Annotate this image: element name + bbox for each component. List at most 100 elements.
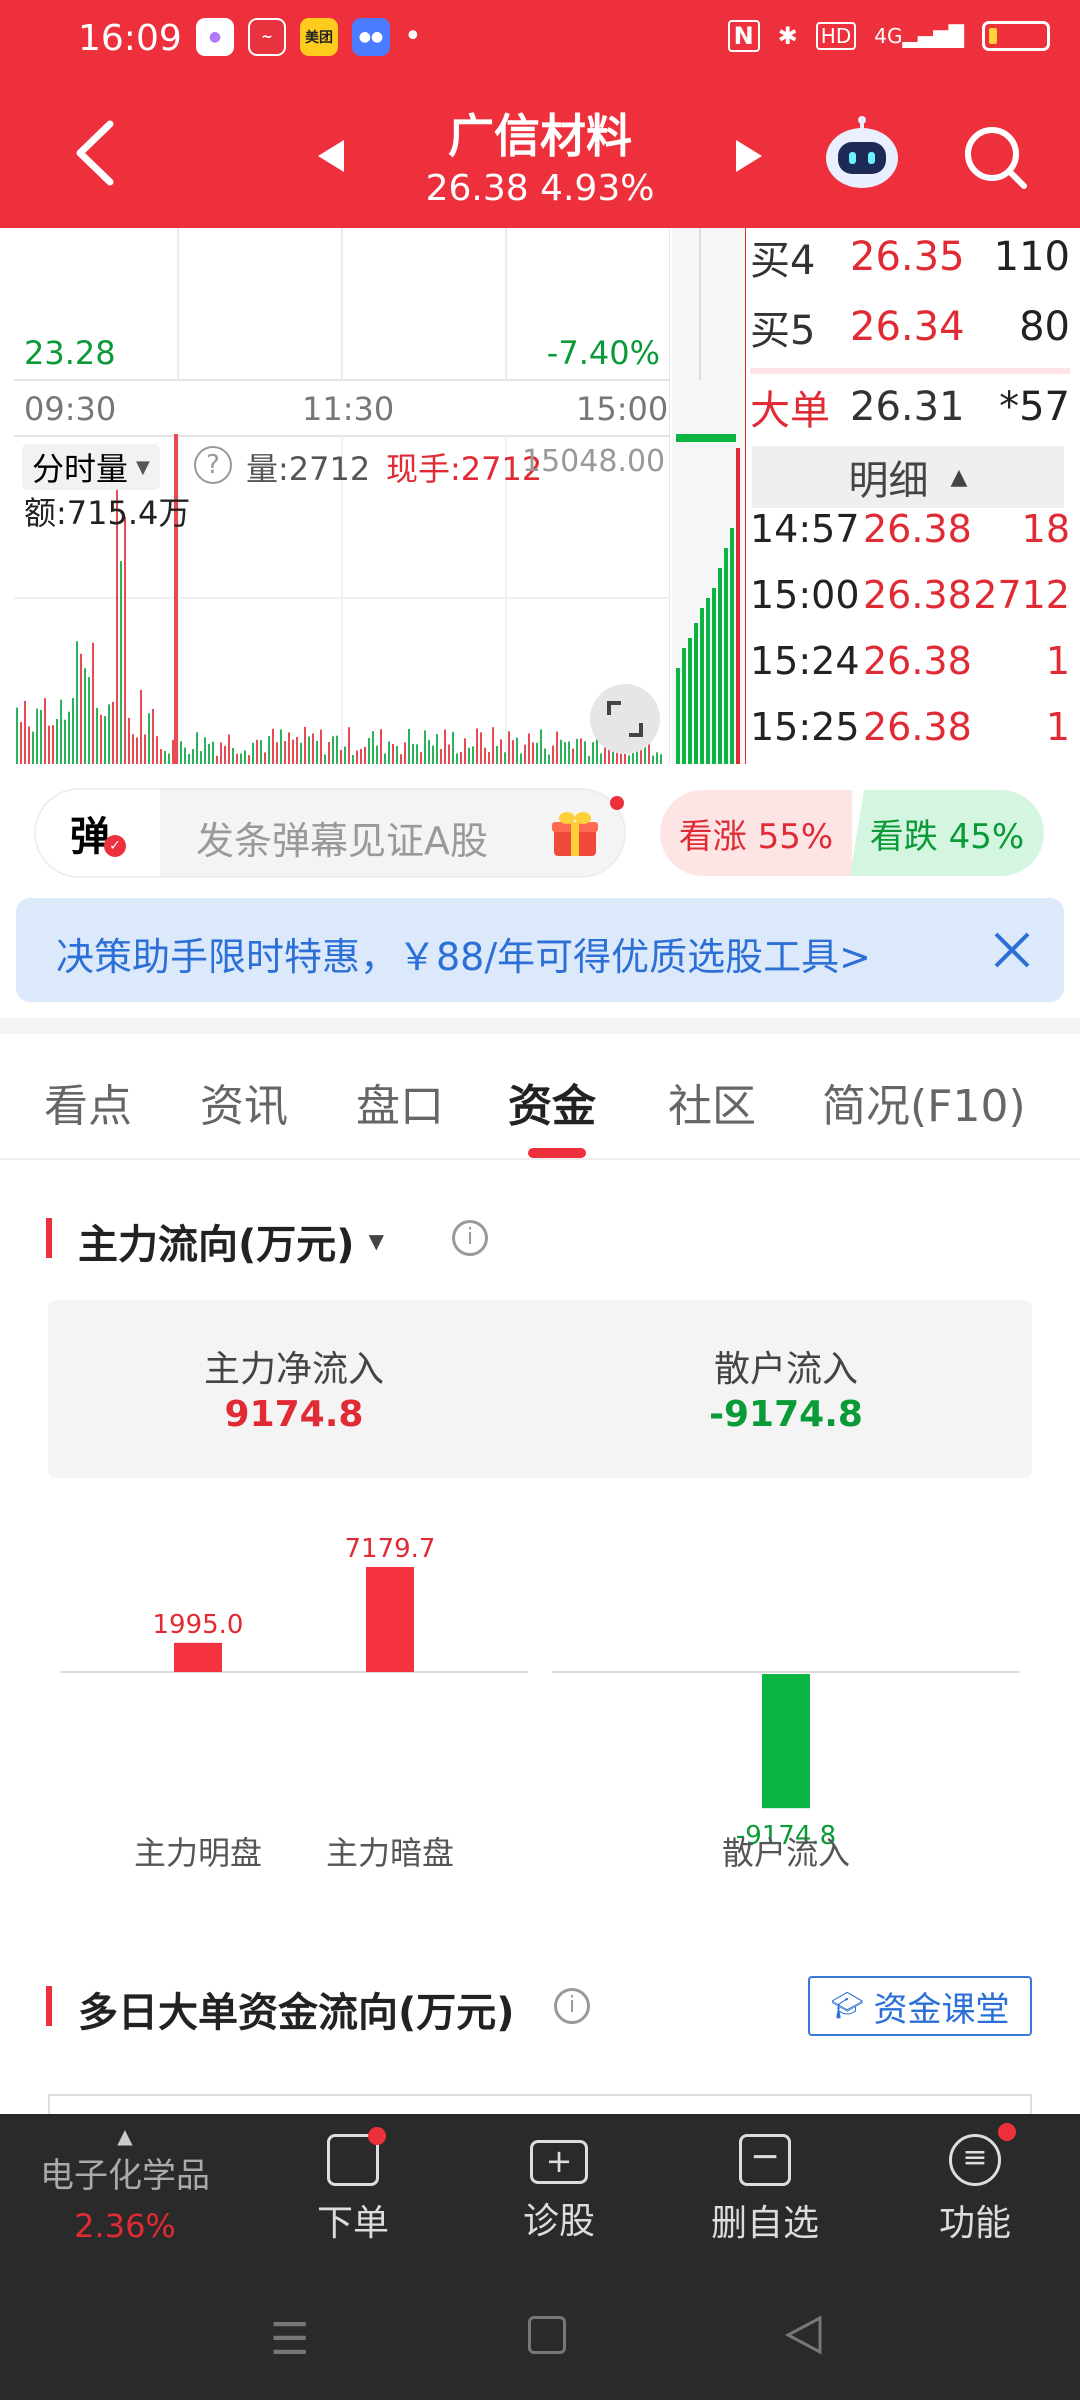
volume-bar bbox=[512, 740, 514, 764]
capital-category-label: 主力明盘 bbox=[134, 1834, 262, 1872]
volume-bar bbox=[44, 698, 46, 764]
orderbook-label: 买5 bbox=[750, 308, 816, 354]
fullscreen-button[interactable] bbox=[590, 684, 660, 754]
remove-watchlist-icon: − bbox=[739, 2134, 791, 2186]
volume-bar bbox=[436, 734, 438, 764]
volume-bar bbox=[32, 731, 34, 764]
volume-bar bbox=[228, 734, 230, 764]
status-time: 16:09 bbox=[78, 18, 182, 59]
nav-remove-watchlist[interactable]: − 删自选 bbox=[690, 2134, 840, 2246]
volume-bar bbox=[296, 736, 298, 764]
volume-bar bbox=[380, 729, 382, 764]
volume-type-selector[interactable]: 分时量 ▼ bbox=[22, 444, 160, 490]
system-home-icon[interactable] bbox=[528, 2316, 566, 2354]
volume-bar bbox=[268, 736, 270, 764]
volume-bar bbox=[236, 753, 238, 764]
volume-bar bbox=[484, 747, 486, 764]
help-icon[interactable]: ? bbox=[194, 446, 232, 484]
bear-vote-button[interactable]: 看跌 45% bbox=[850, 790, 1044, 876]
now-hand-value: 现手:2712 bbox=[386, 450, 543, 488]
danmu-bar[interactable]: 弹 ✓ 发条弹幕见证A股 bbox=[36, 790, 624, 876]
volume-bar bbox=[452, 731, 454, 764]
sector-indicator[interactable]: ▲ 电子化学品 2.36% bbox=[0, 2124, 250, 2245]
volume-bar bbox=[52, 725, 54, 764]
capital-bar bbox=[762, 1674, 810, 1809]
danmu-input[interactable]: 发条弹幕见证A股 bbox=[196, 810, 488, 865]
danmu-toggle[interactable]: 弹 ✓ bbox=[36, 790, 160, 876]
volume-bar bbox=[420, 752, 422, 764]
volume-bar bbox=[120, 561, 122, 764]
volume-bar bbox=[136, 737, 138, 764]
volume-bar bbox=[172, 739, 174, 764]
volume-bar bbox=[232, 747, 234, 764]
capital-category-label: 散户流入 bbox=[722, 1834, 850, 1872]
tab-community[interactable]: 社区 bbox=[668, 1070, 756, 1134]
volume-bar bbox=[24, 700, 26, 764]
tab-orderbook[interactable]: 盘口 bbox=[356, 1070, 444, 1134]
stock-price-change: 26.38 4.93% bbox=[425, 168, 655, 209]
volume-bar bbox=[488, 752, 490, 764]
tab-news[interactable]: 资讯 bbox=[200, 1070, 288, 1134]
time-label-noon: 11:30 bbox=[302, 390, 395, 428]
orderbook-row: 买4 26.35 110 bbox=[750, 224, 1070, 290]
volume-bar bbox=[384, 753, 386, 764]
volume-bar bbox=[280, 729, 282, 764]
tab-highlights[interactable]: 看点 bbox=[44, 1070, 132, 1134]
volume-bar bbox=[400, 754, 402, 764]
tick-time: 15:00 bbox=[750, 573, 860, 617]
bull-vote-button[interactable]: 看涨 55% bbox=[660, 790, 852, 876]
volume-bar bbox=[320, 729, 322, 764]
capital-section-title: 主力流向(万元) bbox=[78, 1222, 355, 1268]
tick-row: 15:25 26.38 1 bbox=[750, 694, 1070, 760]
main-inflow-label: 主力净流入 bbox=[203, 1349, 384, 1390]
tick-price: 26.38 bbox=[863, 573, 972, 617]
volume-bar bbox=[444, 729, 446, 764]
big-order-row[interactable]: 大单 26.31 *57 bbox=[750, 374, 1070, 440]
retail-inflow-value: -9174.8 bbox=[709, 1394, 863, 1435]
gift-icon[interactable] bbox=[550, 808, 600, 858]
system-menu-icon[interactable]: ☰ bbox=[270, 2314, 309, 2365]
promo-banner[interactable]: 决策助手限时特惠，￥88/年可得优质选股工具> bbox=[16, 898, 1064, 1002]
volume-bar bbox=[508, 731, 510, 764]
volume-bar bbox=[336, 735, 338, 764]
robot-assistant-icon[interactable] bbox=[822, 116, 902, 192]
nav-functions[interactable]: ≡ 功能 bbox=[900, 2123, 1050, 2246]
system-back-icon[interactable] bbox=[784, 2314, 824, 2356]
volume-bar bbox=[164, 750, 166, 764]
volume-bar bbox=[572, 748, 574, 764]
next-stock-icon[interactable] bbox=[734, 138, 764, 174]
header: 16:09 ● ~ 美团 ●● • N ✱ HD 4G▂▄▆█ 广信材料 26.… bbox=[0, 0, 1080, 228]
volume-bar bbox=[216, 755, 218, 764]
volume-bar bbox=[476, 728, 478, 764]
signal-icon: 4G▂▄▆█ bbox=[874, 24, 964, 48]
nav-diagnose[interactable]: + 诊股 bbox=[484, 2134, 634, 2244]
volume-bar bbox=[240, 753, 242, 764]
nav-order[interactable]: 下单 bbox=[278, 2127, 428, 2246]
close-icon[interactable] bbox=[992, 930, 1032, 970]
volume-bar bbox=[168, 753, 170, 764]
capital-class-button[interactable]: 🎓︎ 资金课堂 bbox=[808, 1976, 1032, 2036]
capital-flow-selector[interactable]: 主力流向(万元) ▼ bbox=[78, 1212, 384, 1270]
tab-f10[interactable]: 简况(F10) bbox=[822, 1070, 1026, 1134]
tick-price: 26.38 bbox=[863, 705, 972, 749]
volume-bar bbox=[528, 733, 530, 764]
volume-bar bbox=[416, 744, 418, 764]
volume-bar bbox=[544, 748, 546, 764]
tab-capital[interactable]: 资金 bbox=[508, 1070, 596, 1134]
volume-bar bbox=[36, 708, 38, 764]
volume-bar bbox=[628, 755, 630, 764]
volume-bar bbox=[660, 754, 662, 764]
search-icon[interactable] bbox=[962, 124, 1030, 192]
app-notification-icon: ● bbox=[196, 18, 234, 56]
volume-bar bbox=[192, 749, 194, 764]
volume-bar bbox=[112, 701, 114, 764]
chevron-down-icon: ▼ bbox=[368, 1229, 384, 1253]
intraday-chart[interactable]: 23.28 -7.40% 09:30 11:30 15:00 分时量 ▼ ? 量… bbox=[14, 228, 670, 764]
tick-volume: 18 bbox=[1021, 507, 1070, 551]
info-icon[interactable]: i bbox=[452, 1220, 488, 1256]
volume-bar bbox=[84, 668, 86, 764]
volume-bar bbox=[396, 746, 398, 764]
volume-bar bbox=[456, 753, 458, 764]
orderbook-price: 26.34 bbox=[850, 304, 965, 350]
info-icon[interactable]: i bbox=[554, 1988, 590, 2024]
